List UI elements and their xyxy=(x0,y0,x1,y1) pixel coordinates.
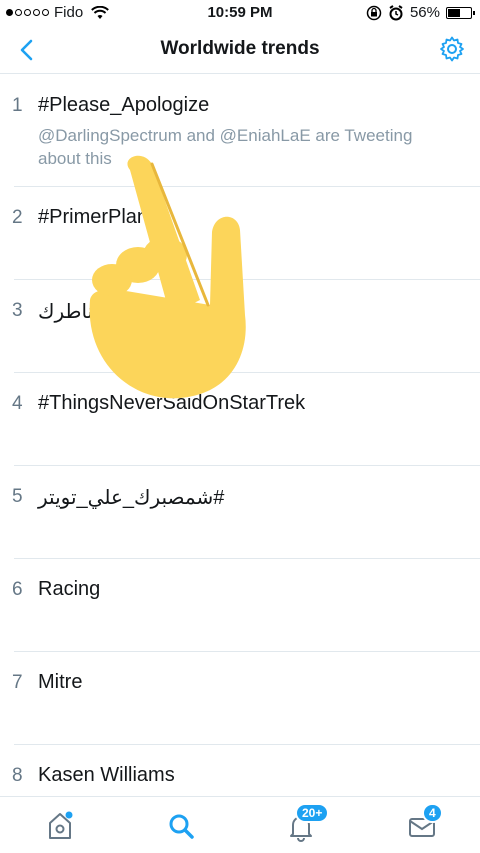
status-right: 56% xyxy=(366,4,475,21)
battery-percent: 56% xyxy=(409,4,440,21)
gear-icon xyxy=(440,36,464,62)
trend-rank: 1 xyxy=(12,95,23,116)
trend-item-2[interactable]: 2 #PrimerPlan xyxy=(12,187,480,280)
trend-name: #Please_Apologize xyxy=(38,94,210,116)
trend-item-6[interactable]: 6 Racing xyxy=(12,559,480,652)
trend-rank: 3 xyxy=(12,300,23,321)
tab-search[interactable] xyxy=(163,809,199,843)
trend-rank: 8 xyxy=(12,765,23,786)
alarm-icon xyxy=(389,4,403,20)
trend-item-5[interactable]: 5 #شمصبرك_علي_تويتر xyxy=(12,466,480,559)
nav-bar: Worldwide trends xyxy=(0,26,480,74)
notifications-badge: 20+ xyxy=(295,803,330,823)
status-bar: Fido 10:59 PM 56% xyxy=(0,0,480,26)
battery-icon xyxy=(446,6,475,19)
rotation-lock-icon xyxy=(366,5,382,20)
trend-name: Mitre xyxy=(38,671,83,693)
trend-name: #PrimerPlan xyxy=(38,206,149,228)
tab-home[interactable] xyxy=(42,809,78,843)
search-icon xyxy=(169,814,194,839)
trend-rank: 2 xyxy=(12,207,23,228)
trend-item-7[interactable]: 7 Mitre xyxy=(12,652,480,745)
trend-item-3[interactable]: 3 ناطرك xyxy=(12,280,480,373)
new-content-dot xyxy=(65,811,73,819)
messages-badge: 4 xyxy=(422,803,443,823)
trend-item-4[interactable]: 4 #ThingsNeverSaidOnStarTrek xyxy=(12,373,480,466)
tab-notifications[interactable]: 20+ xyxy=(283,803,330,843)
tab-messages[interactable]: 4 xyxy=(404,803,443,843)
trend-rank: 4 xyxy=(12,393,23,414)
battery-fill xyxy=(448,8,460,17)
trend-description: @DarlingSpectrum and @EniahLaE are Tweet… xyxy=(38,126,413,168)
trend-rank: 6 xyxy=(12,579,23,600)
trend-rank: 7 xyxy=(12,672,23,693)
trends-list: 1 #Please_Apologize @DarlingSpectrum and… xyxy=(0,75,480,838)
settings-button[interactable] xyxy=(438,35,466,63)
trend-name: Racing xyxy=(38,578,101,600)
page-title: Worldwide trends xyxy=(160,38,320,59)
trend-name: Kasen Williams xyxy=(38,764,175,786)
trend-rank: 5 xyxy=(12,486,23,507)
trend-name: #ThingsNeverSaidOnStarTrek xyxy=(38,392,306,414)
trend-name: #شمصبرك_علي_تويتر xyxy=(38,487,225,509)
trend-item-1[interactable]: 1 #Please_Apologize @DarlingSpectrum and… xyxy=(12,75,480,187)
tab-bar: 20+ 4 xyxy=(0,796,480,853)
trend-name: ناطرك xyxy=(38,301,94,323)
